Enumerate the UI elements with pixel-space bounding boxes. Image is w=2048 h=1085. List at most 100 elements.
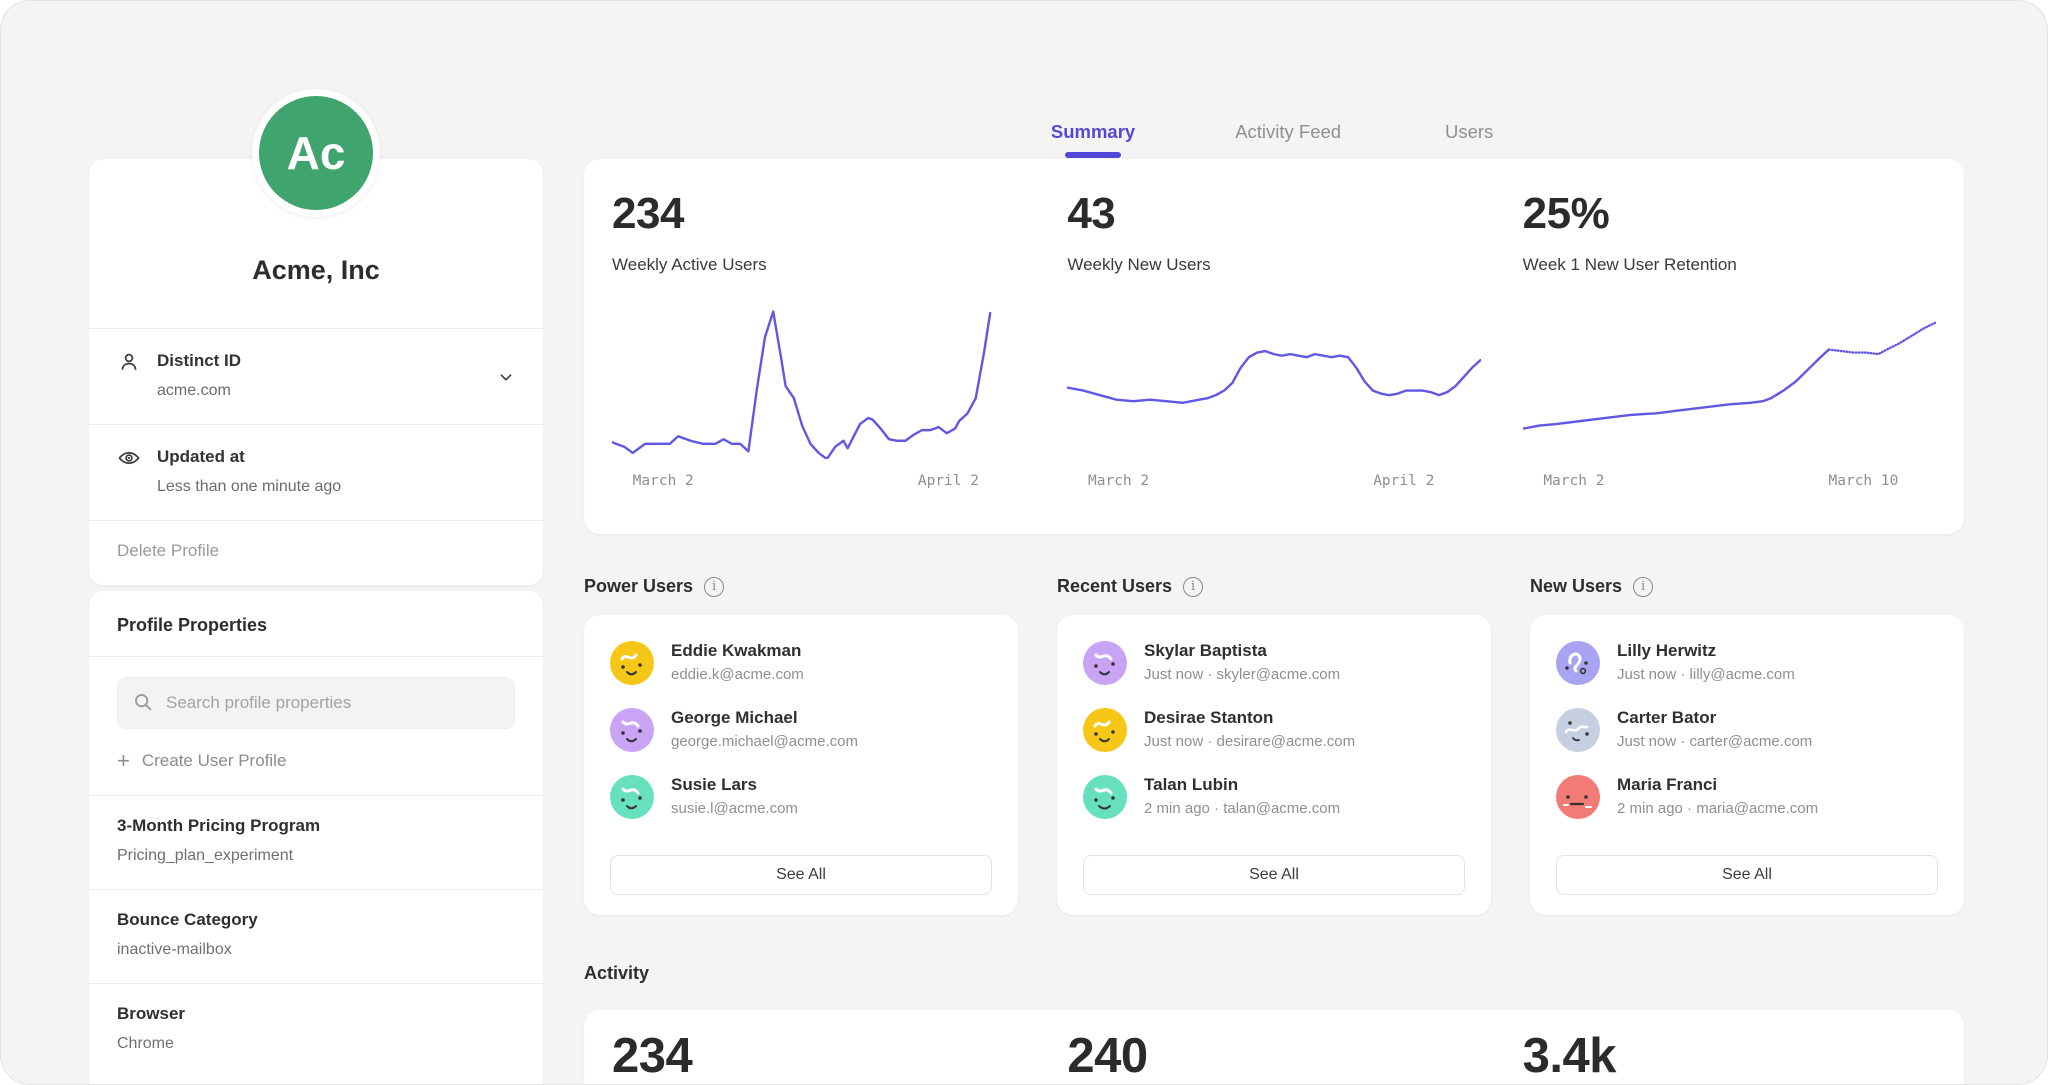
search-icon <box>132 691 154 713</box>
user-name: Lilly Herwitz <box>1617 641 1795 661</box>
stat-label: Weekly Active Users <box>612 255 1025 275</box>
updated-at-value: Less than one minute ago <box>157 478 341 496</box>
user-detail: Just now · lilly@acme.com <box>1617 666 1795 683</box>
user-detail: susie.l@acme.com <box>671 800 798 817</box>
user-name: Eddie Kwakman <box>671 641 804 661</box>
property-row-pricing-program[interactable]: 3-Month Pricing Program Pricing_plan_exp… <box>89 796 543 889</box>
company-identity-card: Acme, Inc Distinct ID acme.com <box>89 159 543 585</box>
activity-stat-value: 234 <box>612 1028 1025 1085</box>
recent-users-card: Skylar Baptista Just now · skyler@acme.c… <box>1057 615 1491 915</box>
company-avatar: Ac <box>252 89 380 217</box>
user-detail: 2 min ago · talan@acme.com <box>1144 800 1340 817</box>
stat-value: 234 <box>612 189 1025 239</box>
updated-at-row: Updated at Less than one minute ago <box>89 425 543 520</box>
user-name: Talan Lubin <box>1144 775 1340 795</box>
divider <box>89 656 543 657</box>
x-tick: April 2 <box>1373 473 1434 489</box>
user-avatar <box>610 708 654 752</box>
create-user-profile-button[interactable]: + Create User Profile <box>89 729 314 795</box>
profile-properties-title: Profile Properties <box>89 591 543 656</box>
chevron-down-icon[interactable] <box>495 366 517 388</box>
user-detail: Just now · desirare@acme.com <box>1144 733 1355 750</box>
stat-label: Weekly New Users <box>1067 255 1480 275</box>
avatar-face <box>1556 708 1600 752</box>
new-users-card: Lilly Herwitz Just now · lilly@acme.com … <box>1530 615 1964 915</box>
stat-weekly-new-users: 43 Weekly New Users March 2 April 2 <box>1067 189 1480 518</box>
x-tick: April 2 <box>918 473 979 489</box>
user-row[interactable]: Talan Lubin 2 min ago · talan@acme.com <box>1083 775 1465 819</box>
user-avatar <box>1083 708 1127 752</box>
see-all-button[interactable]: See All <box>1556 855 1938 895</box>
search-wrap <box>117 677 515 729</box>
property-value: inactive-mailbox <box>117 941 515 959</box>
avatar-face <box>1083 775 1127 819</box>
property-name: Bounce Category <box>117 910 515 930</box>
user-detail: george.michael@acme.com <box>671 733 858 750</box>
tab-users[interactable]: Users <box>1441 121 1497 158</box>
user-row[interactable]: Susie Lars susie.l@acme.com <box>610 775 992 819</box>
summary-stats-card: 234 Weekly Active Users March 2 April 2 … <box>584 159 1964 534</box>
stat-label: Week 1 New User Retention <box>1523 255 1936 275</box>
activity-title: Activity <box>584 963 1964 984</box>
new-users-section: New Users i Lilly Herwitz Just now · lil… <box>1530 576 1964 915</box>
user-lists-row: Power Users i Eddie Kwakman eddie.k@acme… <box>584 576 1964 915</box>
tab-summary[interactable]: Summary <box>1051 121 1135 158</box>
see-all-button[interactable]: See All <box>610 855 992 895</box>
user-detail: 2 min ago · maria@acme.com <box>1617 800 1818 817</box>
user-name: George Michael <box>671 708 858 728</box>
user-name: Carter Bator <box>1617 708 1812 728</box>
user-row[interactable]: Lilly Herwitz Just now · lilly@acme.com <box>1556 641 1938 685</box>
info-icon[interactable]: i <box>704 577 724 597</box>
eye-icon <box>117 446 141 470</box>
power-users-title: Power Users <box>584 576 693 597</box>
new-users-title: New Users <box>1530 576 1622 597</box>
see-all-button[interactable]: See All <box>1083 855 1465 895</box>
recent-users-section: Recent Users i Skylar Baptista Just now … <box>1057 576 1491 915</box>
user-avatar <box>1556 775 1600 819</box>
property-name: 3-Month Pricing Program <box>117 816 515 836</box>
user-avatar <box>610 775 654 819</box>
user-row[interactable]: George Michael george.michael@acme.com <box>610 708 992 752</box>
avatar-face <box>610 775 654 819</box>
x-tick: March 2 <box>1088 473 1149 489</box>
user-avatar <box>1556 708 1600 752</box>
app-window: Ac Acme, Inc Distinct ID acme.com <box>0 0 2048 1085</box>
activity-card: 234 240 3.4k <box>584 1010 1964 1085</box>
property-row-browser[interactable]: Browser Chrome <box>89 984 543 1077</box>
sparkline-weekly-active-users <box>612 307 1025 459</box>
user-row[interactable]: Skylar Baptista Just now · skyler@acme.c… <box>1083 641 1465 685</box>
distinct-id-value: acme.com <box>157 382 241 400</box>
avatar-face <box>1556 641 1600 685</box>
delete-profile-button[interactable]: Delete Profile <box>89 521 543 585</box>
stat-week1-retention: 25% Week 1 New User Retention March 2 Ma… <box>1523 189 1936 518</box>
user-avatar <box>1083 641 1127 685</box>
info-icon[interactable]: i <box>1183 577 1203 597</box>
x-tick: March 2 <box>1543 473 1604 489</box>
stat-value: 43 <box>1067 189 1480 239</box>
stat-value: 25% <box>1523 189 1936 239</box>
create-user-profile-label: Create User Profile <box>142 751 287 771</box>
property-row-bounce-category[interactable]: Bounce Category inactive-mailbox <box>89 890 543 983</box>
distinct-id-row[interactable]: Distinct ID acme.com <box>89 329 543 424</box>
power-users-card: Eddie Kwakman eddie.k@acme.com George Mi… <box>584 615 1018 915</box>
search-profile-properties-input[interactable] <box>117 677 515 729</box>
sparkline-weekly-new-users <box>1067 307 1480 459</box>
sparkline-week1-retention <box>1523 307 1936 459</box>
user-row[interactable]: Desirae Stanton Just now · desirare@acme… <box>1083 708 1465 752</box>
active-tab-underline <box>1065 152 1121 158</box>
tab-activity-feed[interactable]: Activity Feed <box>1235 121 1341 158</box>
user-name: Skylar Baptista <box>1144 641 1340 661</box>
avatar-face <box>1556 775 1600 819</box>
user-row[interactable]: Eddie Kwakman eddie.k@acme.com <box>610 641 992 685</box>
user-detail: eddie.k@acme.com <box>671 666 804 683</box>
user-row[interactable]: Carter Bator Just now · carter@acme.com <box>1556 708 1938 752</box>
avatar-face <box>610 708 654 752</box>
avatar-face <box>1083 708 1127 752</box>
person-icon <box>117 350 141 374</box>
property-value: Pricing_plan_experiment <box>117 847 515 865</box>
user-row[interactable]: Maria Franci 2 min ago · maria@acme.com <box>1556 775 1938 819</box>
user-name: Desirae Stanton <box>1144 708 1355 728</box>
info-icon[interactable]: i <box>1633 577 1653 597</box>
distinct-id-label: Distinct ID <box>157 351 241 371</box>
user-avatar <box>610 641 654 685</box>
